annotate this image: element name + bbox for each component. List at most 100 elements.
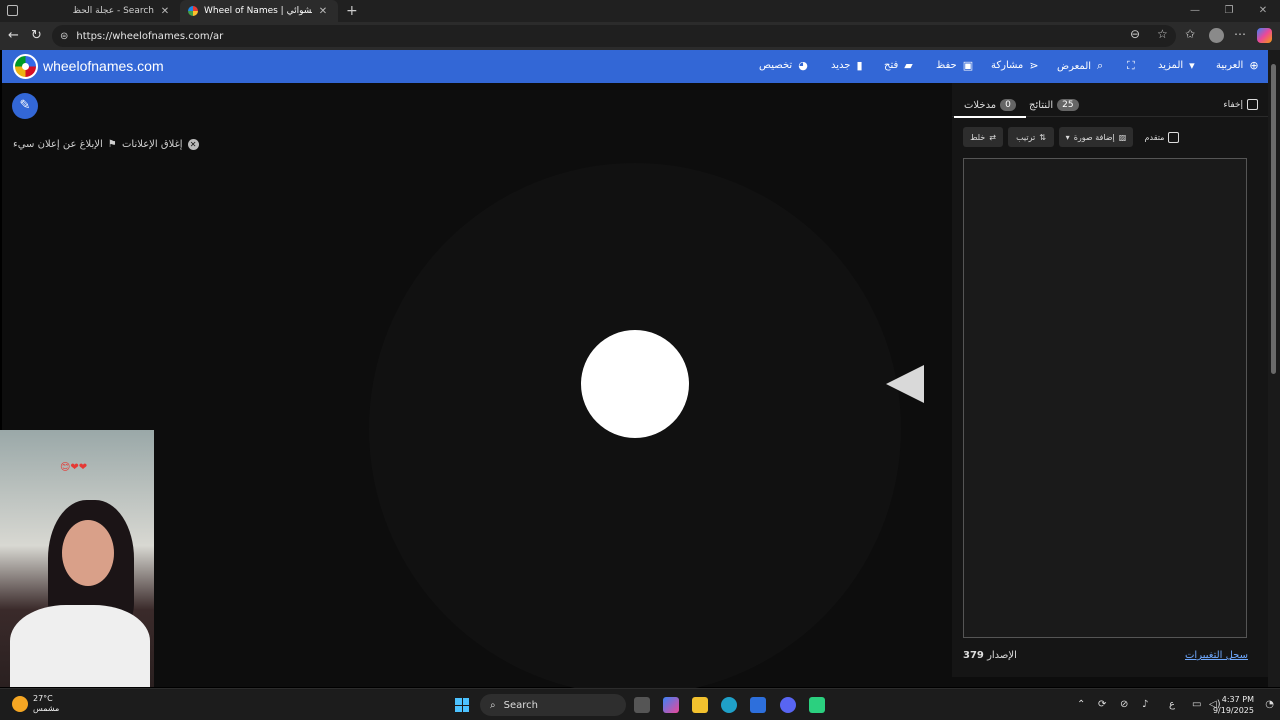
sun-icon (12, 696, 28, 712)
taskbar: 27°C مشمس ⌕ Search ⌃ ⟳ ⊘ ♪ ع ▭ ◁) 4:37 P… (0, 688, 1280, 720)
page-scrollbar[interactable] (1268, 50, 1280, 687)
version-number: 379 (963, 650, 984, 661)
menu-share[interactable]: ⋖ مشاركة (991, 59, 1039, 72)
chevron-up-icon[interactable]: ⌃ (1077, 699, 1085, 710)
window-controls: — ❐ ✕ (1178, 0, 1280, 22)
favorite-star-icon[interactable]: ☆ (1157, 27, 1168, 41)
menu-gallery[interactable]: ⌕ المعرض (1057, 59, 1103, 73)
tab-actions-icon[interactable] (7, 5, 18, 16)
entries-textarea[interactable] (963, 158, 1247, 638)
browser-tab-wheel[interactable]: Wheel of Names | الاسم العشوائي ✕ (180, 0, 338, 22)
report-ad-label: الإبلاغ عن إعلان سيء (13, 139, 103, 150)
close-icon[interactable]: ✕ (158, 6, 172, 17)
app-icon[interactable] (809, 697, 825, 713)
maximize-icon[interactable]: ❐ (1212, 0, 1246, 22)
clock-time: 4:37 PM (1221, 695, 1254, 704)
wheel-center-hub[interactable] (581, 330, 689, 438)
copilot-taskbar-icon[interactable] (663, 697, 679, 713)
clock[interactable]: 4:37 PM 9/19/2025 (1213, 694, 1254, 716)
browser-tab-search[interactable]: عجلة الحظ - Search ✕ (22, 0, 180, 22)
entries-count-badge: 0 (1000, 99, 1016, 111)
menu-label: جديد (831, 60, 851, 71)
palette-icon: ◕ (798, 59, 808, 72)
close-icon[interactable]: ✕ (316, 6, 330, 17)
share-icon: ⋖ (1029, 59, 1039, 72)
tab-entries-label: مدخلات (964, 99, 997, 111)
tab-results[interactable]: 25 النتائج (1029, 99, 1079, 111)
changelog-link[interactable]: سجل التغييرات (1185, 650, 1248, 661)
main-area: ✎ ⚑ الإبلاغ عن إعلان سيء ✕ إغلاق الإعلان… (2, 83, 1268, 695)
webcam-person-face (62, 520, 114, 586)
entries-panel: 0 مدخلات 25 النتائج إخفاء ⇄ خلط ⇅ ترتيب … (952, 83, 1268, 677)
menu-language[interactable]: ⊕ العربية (1216, 59, 1259, 72)
scrollbar-thumb[interactable] (1271, 64, 1276, 374)
site-title[interactable]: wheelofnames.com (43, 58, 164, 74)
task-view-icon[interactable] (634, 697, 650, 713)
version-info: الإصدار 379 (963, 650, 1017, 661)
advanced-label: متقدم (1144, 132, 1165, 142)
menu-label: مشاركة (991, 60, 1024, 71)
sort-icon: ⇅ (1039, 132, 1046, 142)
hide-checkbox[interactable] (1247, 99, 1258, 110)
mic-icon[interactable]: ♪ (1142, 699, 1148, 710)
url-field[interactable]: ⊜ https://wheelofnames.com/ar (52, 25, 1176, 47)
weather-temp: 27°C (33, 694, 53, 703)
wheel-logo-icon[interactable] (13, 54, 38, 79)
minimize-icon[interactable]: — (1178, 0, 1212, 22)
url-text: https://wheelofnames.com/ar (76, 30, 224, 42)
back-icon[interactable]: ← (8, 28, 19, 43)
report-ad-link[interactable]: ⚑ الإبلاغ عن إعلان سيء (13, 139, 117, 150)
edge-icon[interactable] (721, 697, 737, 713)
file-explorer-icon[interactable] (692, 697, 708, 713)
menu-new[interactable]: ▮ جديد (831, 59, 863, 72)
globe-icon: ⊕ (1249, 59, 1259, 72)
close-ads-link[interactable]: ✕ إغلاق الإعلانات (122, 139, 199, 150)
weather-widget[interactable]: 27°C مشمس (12, 694, 59, 714)
more-menu-icon[interactable]: ⋯ (1234, 27, 1246, 41)
language-indicator[interactable]: ع (1169, 699, 1175, 710)
webcam-person-body (10, 605, 150, 687)
version-label: الإصدار (987, 650, 1017, 661)
menu-save[interactable]: ▣ حفظ (936, 59, 973, 72)
start-button[interactable] (455, 698, 469, 712)
webcam-overlay: 😊❤❤ (0, 430, 154, 687)
menu-label: فتح (884, 60, 899, 71)
sort-label: ترتيب (1016, 132, 1036, 142)
menu-open[interactable]: ▰ فتح (884, 59, 913, 72)
chevron-down-icon: ▾ (1065, 132, 1070, 142)
site-header: wheelofnames.com ◕ تخصيص ▮ جديد ▰ فتح ▣ … (2, 50, 1268, 83)
display-icon[interactable]: ▭ (1192, 699, 1201, 710)
menu-fullscreen[interactable]: ⛶ (1127, 59, 1135, 73)
add-image-button[interactable]: ▨ إضافة صورة ▾ (1059, 127, 1133, 147)
new-tab-button[interactable]: + (346, 3, 358, 19)
advanced-toggle[interactable]: متقدم (1142, 127, 1182, 147)
close-icon: ✕ (187, 139, 199, 150)
browser-tab-strip: عجلة الحظ - Search ✕ Wheel of Names | ال… (0, 0, 1280, 22)
taskbar-search[interactable]: ⌕ Search (480, 694, 626, 716)
store-icon[interactable] (750, 697, 766, 713)
tab-results-label: النتائج (1029, 99, 1054, 111)
sync-icon[interactable]: ⟳ (1098, 699, 1106, 710)
fullscreen-icon: ⛶ (1127, 59, 1135, 72)
hide-toggle[interactable]: إخفاء (1223, 99, 1258, 110)
refresh-icon[interactable]: ↻ (31, 28, 42, 43)
menu-customize[interactable]: ◕ تخصيص (759, 59, 808, 72)
edit-wheel-button[interactable]: ✎ (12, 93, 38, 119)
reader-icon[interactable]: ⊖ (1130, 27, 1140, 41)
image-icon: ▨ (1118, 132, 1127, 142)
profile-avatar[interactable] (1209, 28, 1224, 43)
advanced-checkbox[interactable] (1168, 131, 1180, 143)
close-window-icon[interactable]: ✕ (1246, 0, 1280, 22)
tab-entries[interactable]: 0 مدخلات (954, 99, 1026, 118)
copilot-icon[interactable] (1257, 28, 1272, 43)
site-info-icon[interactable]: ⊜ (60, 31, 68, 42)
chevron-down-icon: ▾ (1189, 59, 1195, 72)
network-off-icon[interactable]: ⊘ (1120, 699, 1128, 710)
shuffle-button[interactable]: ⇄ خلط (963, 127, 1003, 147)
clock-date: 9/19/2025 (1212, 706, 1254, 715)
notification-icon[interactable]: ◔ (1265, 699, 1274, 710)
menu-more[interactable]: ▾ المزيد (1158, 59, 1195, 72)
discord-icon[interactable] (780, 697, 796, 713)
favorites-icon[interactable]: ✩ (1185, 27, 1195, 41)
sort-button[interactable]: ⇅ ترتيب (1008, 127, 1054, 147)
